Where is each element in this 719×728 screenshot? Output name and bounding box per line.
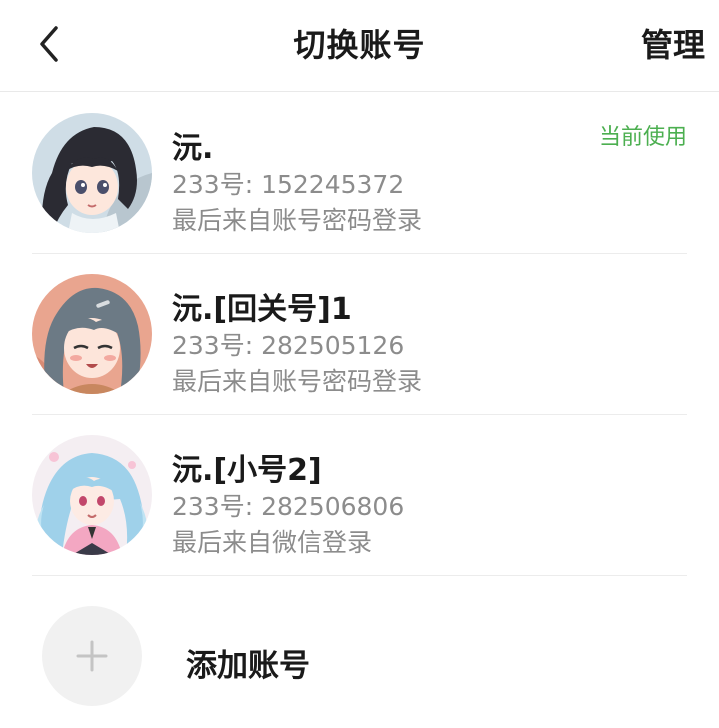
login-method: 最后来自微信登录 (172, 528, 373, 557)
login-method: 最后来自账号密码登录 (172, 206, 423, 235)
account-item[interactable]: 沅.[回关号]1 233号: 282505126 最后来自账号密码登录 (0, 254, 719, 415)
account-item[interactable]: 沅.[小号2] 233号: 282506806 最后来自微信登录 (0, 415, 719, 576)
account-name: 沅.[回关号]1 (172, 292, 352, 327)
account-id: 233号: 282505126 (172, 331, 405, 360)
account-name: 沅.[小号2] (172, 453, 322, 488)
switch-account-page: 切换账号 管理 沅. 233号: 152245372 最后来自账号密码登录 当前… (0, 0, 719, 728)
top-bar: 切换账号 管理 (0, 0, 719, 92)
plus-icon (76, 640, 108, 672)
account-item[interactable]: 沅. 233号: 152245372 最后来自账号密码登录 当前使用 (0, 93, 719, 254)
anime-avatar-grey-hair-icon (32, 274, 152, 394)
anime-avatar-blue-hair-icon (32, 435, 152, 555)
anime-avatar-dark-hair-icon (32, 113, 152, 233)
add-account-button[interactable]: 添加账号 (0, 590, 719, 720)
account-name: 沅. (172, 131, 214, 166)
add-account-label: 添加账号 (186, 648, 310, 684)
manage-button[interactable]: 管理 (641, 20, 705, 66)
divider (32, 575, 687, 576)
current-use-badge: 当前使用 (598, 125, 687, 150)
avatar (32, 435, 152, 555)
avatar (32, 274, 152, 394)
avatar (32, 113, 152, 233)
account-id: 233号: 152245372 (172, 170, 405, 199)
account-id: 233号: 282506806 (172, 492, 405, 521)
page-title: 切换账号 (293, 26, 426, 64)
login-method: 最后来自账号密码登录 (172, 367, 423, 396)
add-account-circle (42, 606, 142, 706)
